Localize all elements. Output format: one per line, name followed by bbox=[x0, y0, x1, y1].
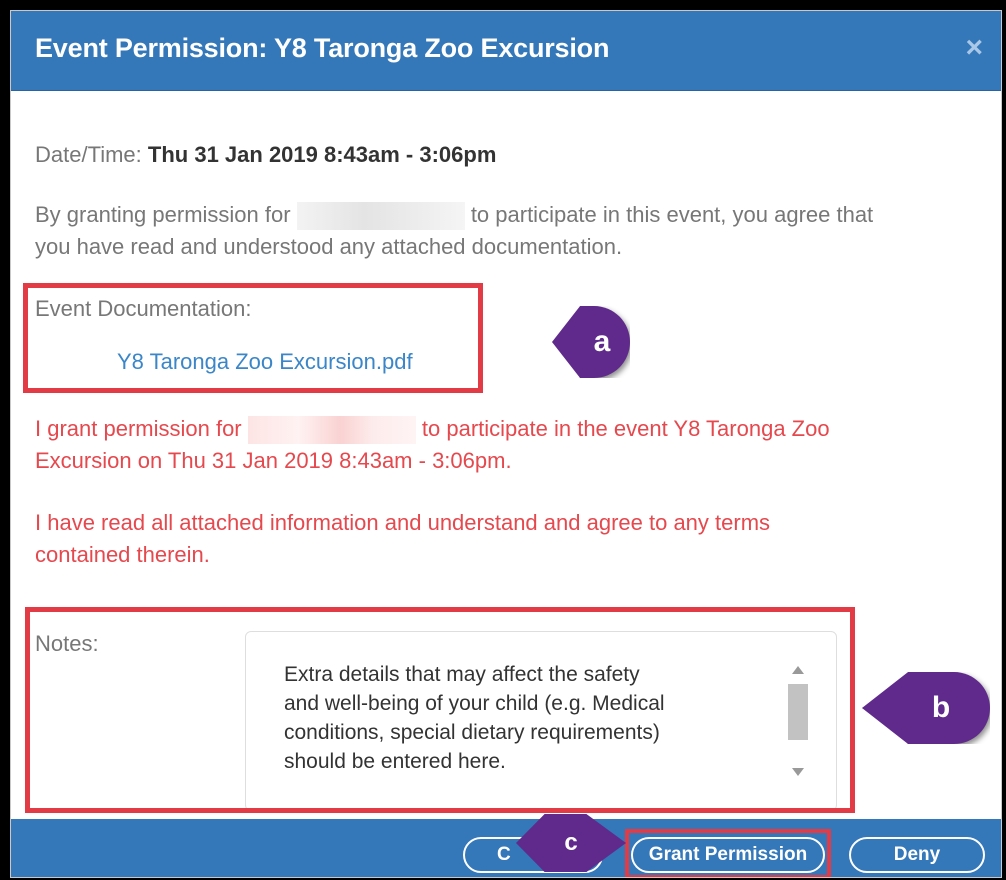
terms-line-2: contained therein. bbox=[35, 542, 210, 567]
datetime-row: Date/Time: Thu 31 Jan 2019 8:43am - 3:06… bbox=[35, 139, 496, 171]
redacted-student-name-consent bbox=[247, 416, 416, 445]
highlight-box-c bbox=[625, 829, 831, 877]
terms-line-1: I have read all attached information and… bbox=[35, 510, 771, 535]
intro-text-end: to participate in this event, you agree … bbox=[470, 202, 874, 227]
intro-line-1: By granting permission for to participat… bbox=[35, 199, 873, 231]
highlight-box-b bbox=[25, 607, 855, 813]
callout-a-label: a bbox=[593, 325, 611, 358]
datetime-label: Date/Time: bbox=[35, 142, 142, 167]
dialog-title: Event Permission: Y8 Taronga Zoo Excursi… bbox=[35, 33, 610, 63]
consent-text-start: I grant permission for bbox=[35, 416, 242, 441]
intro-line-2: you have read and understood any attache… bbox=[35, 234, 623, 259]
intro-text-start: By granting permission for bbox=[35, 202, 291, 227]
consent-line-2: Excursion on Thu 31 Jan 2019 8:43am - 3:… bbox=[35, 448, 512, 473]
redacted-student-name bbox=[296, 202, 465, 231]
datetime-value: Thu 31 Jan 2019 8:43am - 3:06pm bbox=[147, 142, 497, 167]
cancel-label-left: C bbox=[497, 844, 511, 865]
highlight-box-a bbox=[23, 283, 483, 393]
deny-button[interactable]: Deny bbox=[849, 837, 985, 873]
close-icon[interactable]: × bbox=[965, 33, 983, 63]
consent-text-end: to participate in the event Y8 Taronga Z… bbox=[421, 416, 830, 441]
event-permission-dialog: Event Permission: Y8 Taronga Zoo Excursi… bbox=[10, 10, 1002, 878]
dialog-titlebar: Event Permission: Y8 Taronga Zoo Excursi… bbox=[11, 11, 1001, 91]
callout-b-label: b bbox=[931, 691, 951, 724]
consent-line-1: I grant permission for to participate in… bbox=[35, 413, 830, 445]
callout-c-label: c bbox=[564, 829, 578, 856]
dialog-footer: C l Grant Permission Deny bbox=[11, 819, 1001, 877]
